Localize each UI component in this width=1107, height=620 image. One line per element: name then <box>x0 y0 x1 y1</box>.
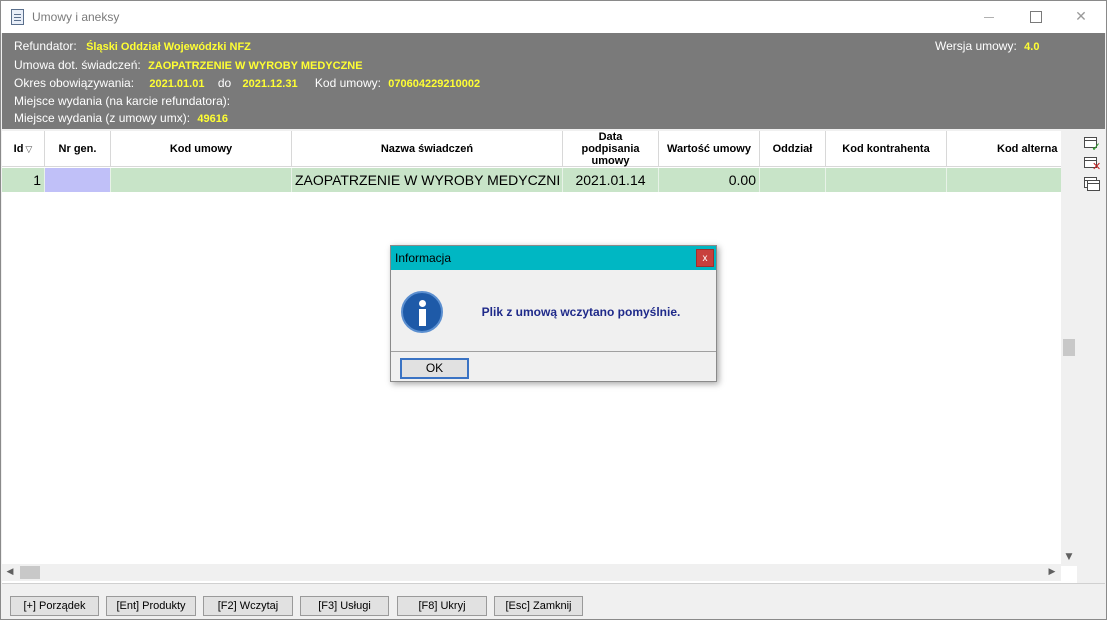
check-icon: ✓ <box>1091 140 1102 154</box>
load-button[interactable]: [F2] Wczytaj <box>203 596 293 616</box>
main-window: Umowy i aneksy ✕ Refundator: Śląski Oddz… <box>0 0 1107 620</box>
column-header-data[interactable]: Data podpisania umowy <box>563 131 659 167</box>
scroll-right-arrow-icon[interactable]: ▶ <box>1044 564 1060 581</box>
vertical-scrollbar[interactable]: ▼ <box>1061 131 1077 566</box>
issue-place-umx-row: Miejsce wydania (z umowy umx): 49616 <box>14 111 228 125</box>
column-header-kod-alterna[interactable]: Kod alterna <box>947 131 1077 167</box>
cell-kod-alterna <box>947 168 1077 192</box>
service-value: ZAOPATRZENIE W WYROBY MEDYCZNE <box>148 60 363 72</box>
service-row: Umowa dot. świadczeń: ZAOPATRZENIE W WYR… <box>14 58 363 72</box>
issue-place-umx-label: Miejsce wydania (z umowy umx): <box>14 111 191 125</box>
sort-icon: ▽ <box>25 143 33 154</box>
dialog-message: Plik z umową wczytano pomyślnie. <box>481 305 681 319</box>
ok-button[interactable]: OK <box>400 358 469 379</box>
column-header-oddzial[interactable]: Oddział <box>760 131 826 167</box>
period-from: 2021.01.01 <box>149 78 205 90</box>
products-button[interactable]: [Ent] Produkty <box>106 596 196 616</box>
scroll-left-arrow-icon[interactable]: ◀ <box>2 564 18 581</box>
version-row: Wersja umowy: 4.0 <box>935 39 1039 53</box>
bottom-button-bar: [+] Porządek [Ent] Produkty [F2] Wczytaj… <box>2 583 1105 619</box>
cell-wartosc: 0.00 <box>659 168 760 192</box>
horizontal-scroll-thumb[interactable] <box>20 566 40 579</box>
cell-oddzial <box>760 168 826 192</box>
issue-place-umx-value: 49616 <box>197 113 228 125</box>
contract-info-panel: Refundator: Śląski Oddział Wojewódzki NF… <box>2 33 1105 129</box>
period-label: Okres obowiązywania: <box>14 76 135 90</box>
table-row[interactable]: 1 ZAOPATRZENIE W WYROBY MEDYCZNI 2021.01… <box>2 168 1077 192</box>
period-to: 2021.12.31 <box>242 78 298 90</box>
cell-nr-gen[interactable] <box>45 168 111 192</box>
scroll-down-arrow-icon[interactable]: ▼ <box>1061 549 1077 565</box>
information-dialog: Informacja x Plik z umową wczytano pomyś… <box>390 245 717 382</box>
table-copy-icon-back <box>1087 180 1100 191</box>
cell-id: 1 <box>2 168 45 192</box>
delete-row-button[interactable]: ✕ <box>1082 154 1102 174</box>
delete-icon: ✕ <box>1092 160 1102 173</box>
side-toolbar: ✓ ✕ <box>1078 131 1106 583</box>
column-header-wartosc[interactable]: Wartość umowy <box>659 131 760 167</box>
dialog-close-button[interactable]: x <box>696 249 714 267</box>
column-header-id[interactable]: Id ▽ <box>2 131 45 167</box>
contract-code-value: 070604229210002 <box>388 78 481 90</box>
column-header-nr-gen[interactable]: Nr gen. <box>45 131 111 167</box>
cell-nazwa: ZAOPATRZENIE W WYROBY MEDYCZNI <box>292 168 563 192</box>
issue-place-refundator-row: Miejsce wydania (na karcie refundatora): <box>14 94 230 108</box>
close-button[interactable]: [Esc] Zamknij <box>494 596 583 616</box>
column-header-kod-umowy[interactable]: Kod umowy <box>111 131 292 167</box>
close-window-button[interactable]: ✕ <box>1058 1 1104 33</box>
title-bar: Umowy i aneksy ✕ <box>1 1 1106 33</box>
version-label: Wersja umowy: <box>935 39 1017 53</box>
window-title: Umowy i aneksy <box>32 10 120 24</box>
services-button[interactable]: [F3] Usługi <box>300 596 389 616</box>
copy-table-button[interactable] <box>1082 174 1102 194</box>
contract-code-label: Kod umowy: <box>314 76 381 90</box>
table-header: Id ▽ Nr gen. Kod umowy Nazwa świadczeń Da… <box>2 131 1077 167</box>
accept-row-button[interactable]: ✓ <box>1082 134 1102 154</box>
document-icon <box>11 9 24 25</box>
info-icon <box>401 291 443 333</box>
cell-kod-umowy <box>111 168 292 192</box>
refundator-row: Refundator: Śląski Oddział Wojewódzki NF… <box>14 39 251 53</box>
column-header-nazwa[interactable]: Nazwa świadczeń <box>292 131 563 167</box>
cell-kod-kontrahenta <box>826 168 947 192</box>
period-row: Okres obowiązywania: 2021.01.01 do 2021.… <box>14 76 480 90</box>
dialog-title-bar: Informacja x <box>391 246 716 270</box>
horizontal-scrollbar[interactable]: ◀ ▶ <box>2 564 1061 581</box>
dialog-title: Informacja <box>395 251 452 265</box>
refundator-value: Śląski Oddział Wojewódzki NFZ <box>86 41 251 53</box>
cell-data: 2021.01.14 <box>563 168 659 192</box>
order-button[interactable]: [+] Porządek <box>10 596 99 616</box>
issue-place-refundator-label: Miejsce wydania (na karcie refundatora): <box>14 94 231 108</box>
refundator-label: Refundator: <box>14 39 77 53</box>
column-header-kod-kontrahenta[interactable]: Kod kontrahenta <box>826 131 947 167</box>
minimize-button[interactable] <box>966 1 1012 33</box>
vertical-scroll-thumb[interactable] <box>1063 339 1075 356</box>
hide-button[interactable]: [F8] Ukryj <box>397 596 487 616</box>
version-value: 4.0 <box>1024 41 1040 53</box>
maximize-button[interactable] <box>1012 1 1058 33</box>
service-label: Umowa dot. świadczeń: <box>14 58 141 72</box>
period-to-label: do <box>217 76 232 90</box>
dialog-separator <box>391 351 716 352</box>
